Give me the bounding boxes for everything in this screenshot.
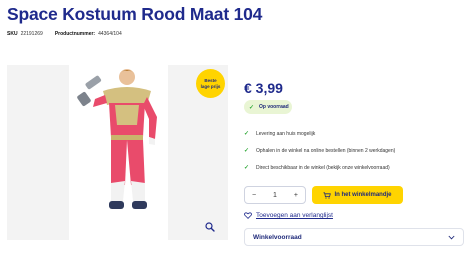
product-title: Space Kostuum Rood Maat 104 xyxy=(7,4,263,24)
sku-value: 22191269 xyxy=(20,31,43,37)
feature-item: ✓ Ophalen in de winkel na online bestelle… xyxy=(244,142,395,159)
delivery-features: ✓ Levering aan huis mogelijk ✓ Ophalen in … xyxy=(244,125,395,176)
add-to-cart-label: In het winkelmandje xyxy=(334,192,392,198)
feature-text: Ophalen in de winkel na online bestellen… xyxy=(256,147,396,154)
sku-label: SKU xyxy=(7,31,18,37)
check-icon: ✓ xyxy=(244,148,250,154)
store-stock-label: Winkelvoorraad xyxy=(253,233,302,241)
badge-line-2: lage prijs xyxy=(200,83,221,89)
costume-illustration xyxy=(77,69,157,209)
wishlist-link[interactable]: Toevoegen aan verlanglijst xyxy=(244,212,333,219)
add-to-cart-button[interactable]: In het winkelmandje xyxy=(312,186,403,204)
check-icon: ✓ xyxy=(249,104,255,111)
feature-item: ✓ Direct beschikbaar in de winkel (bekijk… xyxy=(244,159,395,176)
decrease-quantity-button[interactable]: − xyxy=(252,192,256,199)
check-icon: ✓ xyxy=(244,165,250,171)
heart-icon xyxy=(244,212,252,219)
product-gallery xyxy=(7,65,228,240)
check-icon: ✓ xyxy=(244,131,250,137)
badge-line-1: Beste xyxy=(204,78,217,83)
cart-icon xyxy=(323,191,332,199)
feature-text: Levering aan huis mogelijk xyxy=(256,130,316,137)
product-meta: SKU 22191269 Productnummer: 44364/104 xyxy=(7,31,122,37)
feature-text: Direct beschikbaar in de winkel (bekijk … xyxy=(256,164,390,171)
productnumber-value: 44364/104 xyxy=(98,31,122,37)
chevron-down-icon xyxy=(448,235,455,239)
zoom-icon[interactable] xyxy=(205,222,215,232)
product-price: € 3,99 xyxy=(244,80,283,96)
quantity-stepper: − 1 + xyxy=(244,186,306,204)
stock-status-badge: ✓ Op voorraad xyxy=(244,100,292,114)
gallery-thumbnail-left[interactable] xyxy=(7,65,69,240)
productnumber-label: Productnummer: xyxy=(54,31,96,37)
feature-item: ✓ Levering aan huis mogelijk xyxy=(244,125,395,142)
store-stock-dropdown[interactable]: Winkelvoorraad xyxy=(244,228,464,246)
best-price-badge: Beste lage prijs xyxy=(196,69,225,98)
quantity-value[interactable]: 1 xyxy=(273,192,277,199)
wishlist-label: Toevoegen aan verlanglijst xyxy=(256,212,333,219)
increase-quantity-button[interactable]: + xyxy=(294,192,298,199)
product-image[interactable] xyxy=(73,65,164,240)
stock-status-label: Op voorraad xyxy=(259,104,289,110)
